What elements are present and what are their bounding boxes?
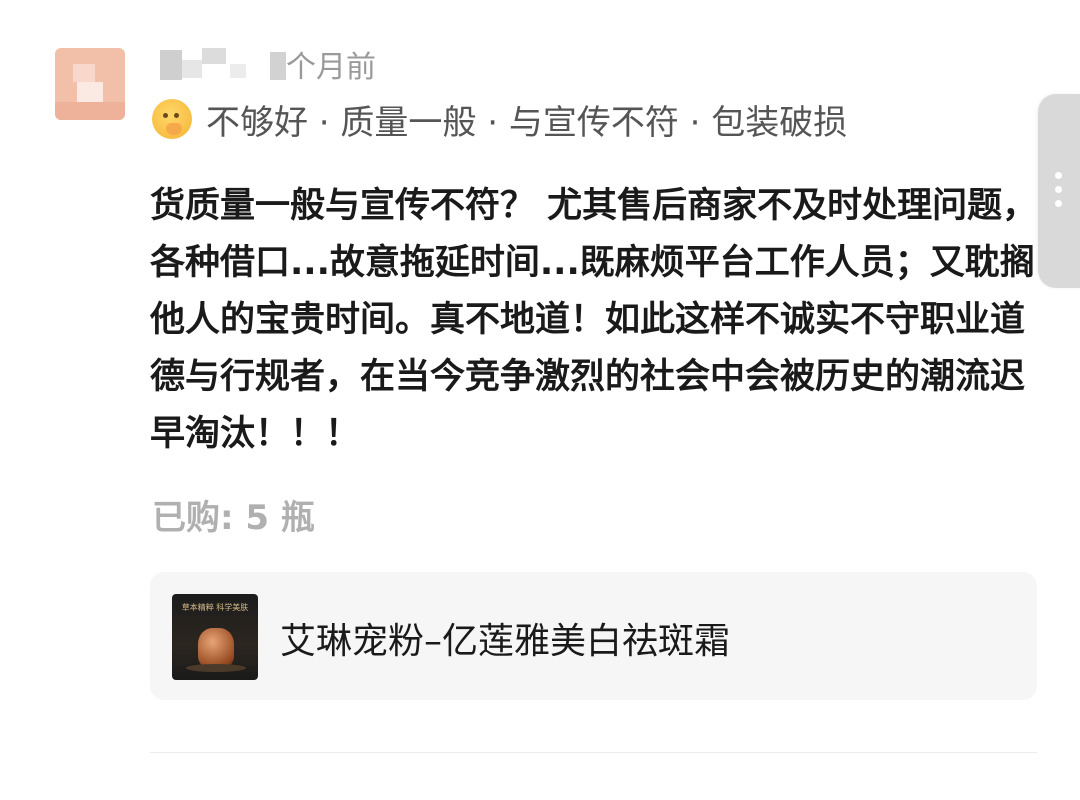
avatar-pixel: [55, 102, 125, 120]
product-jar-base: [186, 664, 246, 672]
emoji-eye: [174, 113, 179, 118]
product-card[interactable]: 草本精粹 科学美肤 艾琳宠粉–亿莲雅美白祛斑霜: [150, 572, 1037, 700]
review-body: 货质量一般与宣传不符？ 尤其售后商家不及时处理问题，各种借口...故意拖延时间.…: [150, 186, 1038, 454]
avatar[interactable]: [55, 48, 125, 120]
divider: [150, 752, 1037, 753]
more-dots-icon[interactable]: [1038, 94, 1080, 288]
thumbnail-caption: 草本精粹 科学美肤: [181, 603, 249, 612]
rating-tags-row: 不够好 · 质量一般 · 与宣传不符 · 包装破损: [152, 95, 847, 143]
masked-username[interactable]: [160, 46, 286, 82]
avatar-pixel: [73, 64, 95, 82]
thinking-face-icon: [152, 99, 192, 139]
review-page: 个月前 不够好 · 质量一般 · 与宣传不符 · 包装破损 货质量一般与宣传不符…: [0, 0, 1080, 800]
purchase-quantity: 已购: 5 瓶: [152, 498, 315, 538]
emoji-hand: [166, 123, 182, 135]
username-mask-pixel: [230, 64, 246, 78]
username-mask-pixel: [202, 48, 226, 64]
username-mask-pixel: [160, 50, 182, 80]
product-jar-image: [198, 628, 234, 668]
emoji-eye: [163, 113, 168, 118]
avatar-pixel: [77, 82, 103, 102]
username-mask-pixel: [270, 52, 286, 80]
handle-dot: [1055, 200, 1062, 207]
handle-dot: [1055, 172, 1062, 179]
rating-tags: 不够好 · 质量一般 · 与宣传不符 · 包装破损: [206, 102, 848, 143]
product-thumbnail: 草本精粹 科学美肤: [172, 594, 258, 680]
handle-dot: [1055, 186, 1062, 193]
username-mask-pixel: [182, 60, 202, 78]
review-time: 个月前: [286, 50, 376, 85]
product-name: 艾琳宠粉–亿莲雅美白祛斑霜: [280, 621, 731, 662]
